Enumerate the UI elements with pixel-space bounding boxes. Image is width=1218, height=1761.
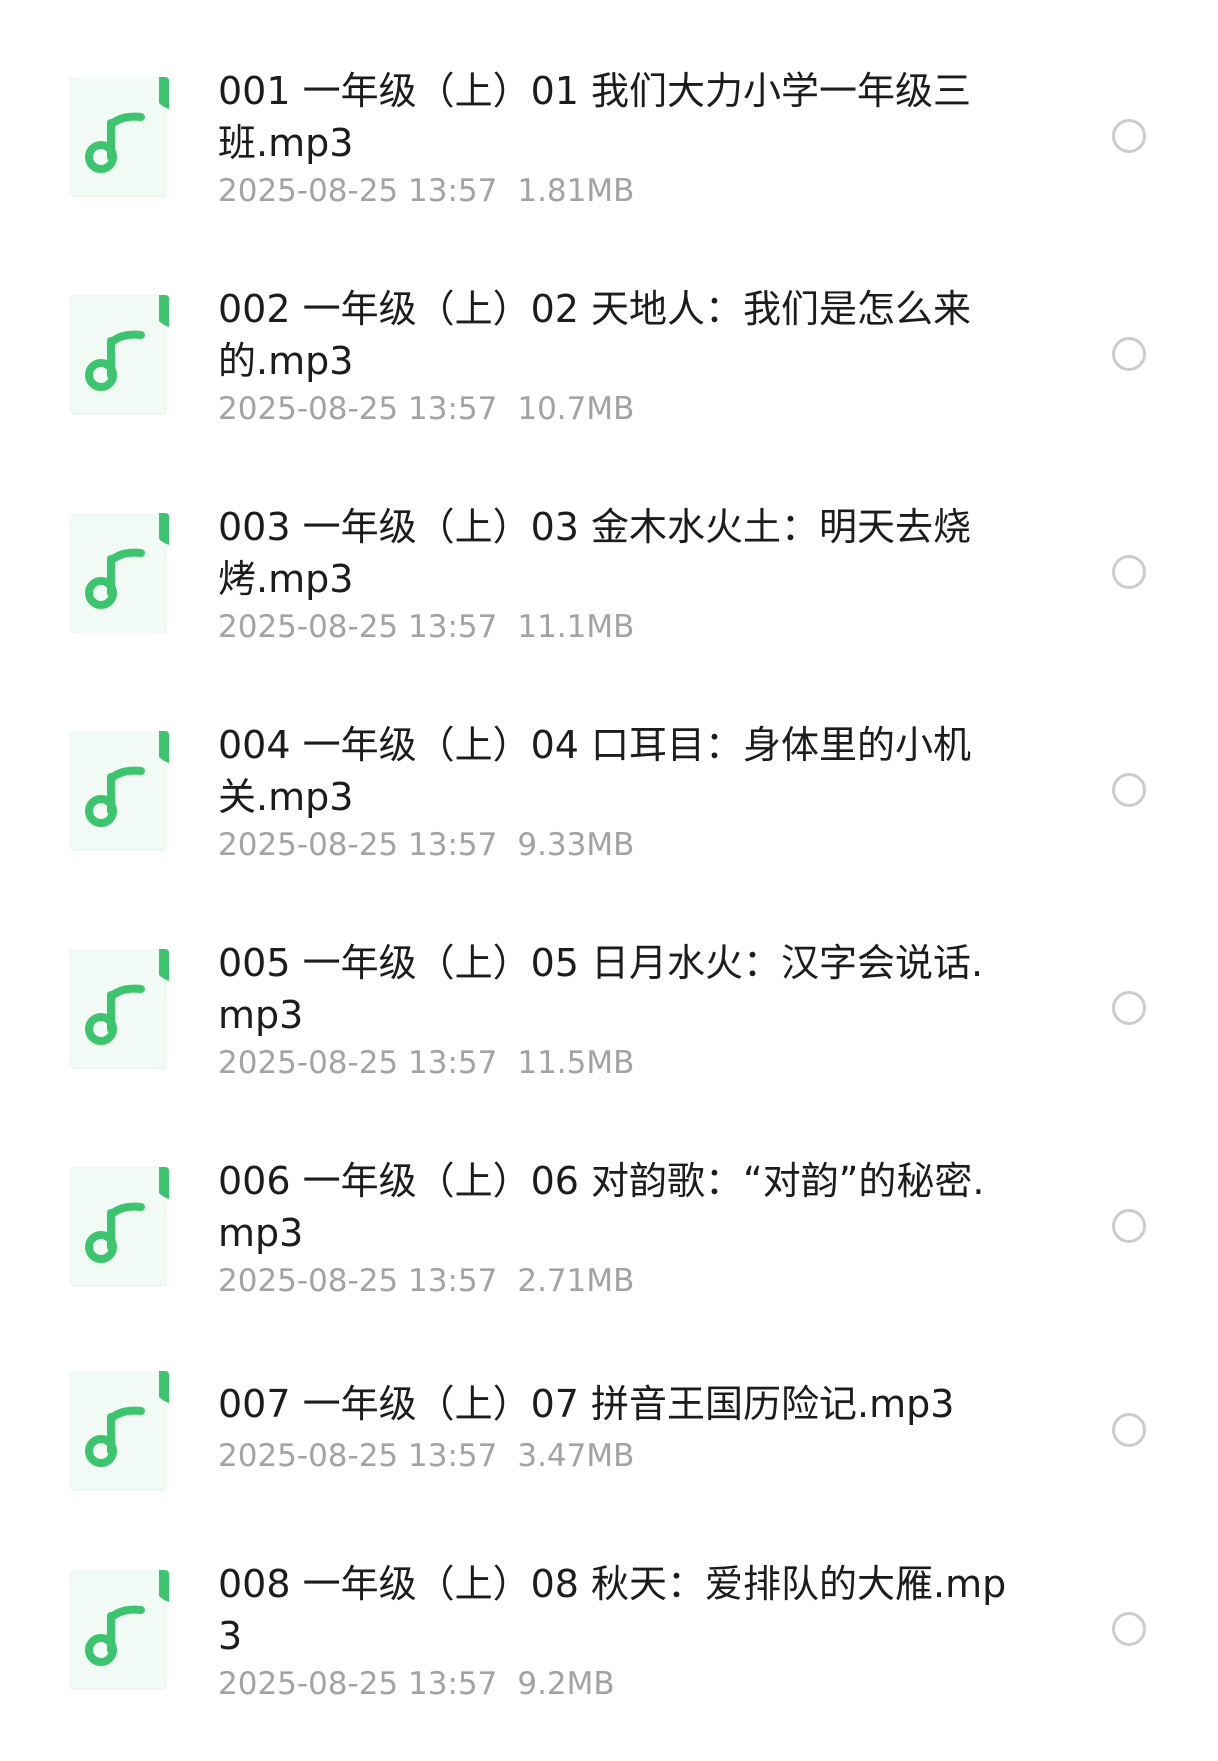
file-size: 11.5MB	[517, 1045, 635, 1081]
file-meta: 2025-08-25 13:57 2.71MB	[218, 1261, 634, 1301]
music-file-icon	[69, 295, 171, 417]
file-row[interactable]: 007 一年级（上）07 拼音王国历险记.mp3 2025-08-25 13:5…	[0, 1363, 1218, 1563]
select-radio[interactable]	[1112, 773, 1146, 807]
music-file-icon	[69, 77, 171, 199]
file-meta: 2025-08-25 13:57 9.33MB	[218, 825, 634, 865]
file-row[interactable]: 005 一年级（上）05 日月水火：汉字会说话.mp3 2025-08-25 1…	[0, 927, 1218, 1127]
file-meta: 2025-08-25 13:57 1.81MB	[218, 171, 634, 211]
music-file-icon	[69, 1570, 171, 1692]
file-meta: 2025-08-25 13:57 9.2MB	[218, 1664, 615, 1704]
file-list: 001 一年级（上）01 我们大力小学一年级三班.mp3 2025-08-25 …	[0, 0, 1218, 1761]
file-date: 2025-08-25 13:57	[218, 1045, 498, 1081]
file-name: 008 一年级（上）08 秋天：爱排队的大雁.mp3	[218, 1562, 1007, 1658]
file-meta: 2025-08-25 13:57 11.1MB	[218, 607, 634, 647]
select-radio[interactable]	[1112, 1612, 1146, 1646]
file-meta: 2025-08-25 13:57 3.47MB	[218, 1436, 634, 1476]
file-date: 2025-08-25 13:57	[218, 391, 498, 427]
file-date: 2025-08-25 13:57	[218, 1263, 498, 1299]
file-name: 004 一年级（上）04 口耳目：身体里的小机关.mp3	[218, 723, 972, 819]
select-radio[interactable]	[1112, 1413, 1146, 1447]
file-date: 2025-08-25 13:57	[218, 827, 498, 863]
select-radio[interactable]	[1112, 555, 1146, 589]
file-name: 003 一年级（上）03 金木水火土：明天去烧烤.mp3	[218, 505, 972, 601]
file-row[interactable]: 004 一年级（上）04 口耳目：身体里的小机关.mp3 2025-08-25 …	[0, 709, 1218, 909]
file-name: 001 一年级（上）01 我们大力小学一年级三班.mp3	[218, 69, 972, 165]
file-date: 2025-08-25 13:57	[218, 609, 498, 645]
music-file-icon	[69, 513, 171, 635]
file-name: 002 一年级（上）02 天地人：我们是怎么来的.mp3	[218, 287, 972, 383]
file-date: 2025-08-25 13:57	[218, 1438, 498, 1474]
file-meta: 2025-08-25 13:57 10.7MB	[218, 389, 634, 429]
file-size: 1.81MB	[517, 173, 635, 209]
file-row[interactable]: 008 一年级（上）08 秋天：爱排队的大雁.mp3 2025-08-25 13…	[0, 1548, 1218, 1748]
file-row[interactable]: 002 一年级（上）02 天地人：我们是怎么来的.mp3 2025-08-25 …	[0, 273, 1218, 473]
file-row[interactable]: 001 一年级（上）01 我们大力小学一年级三班.mp3 2025-08-25 …	[0, 55, 1218, 255]
select-radio[interactable]	[1112, 337, 1146, 371]
select-radio[interactable]	[1112, 991, 1146, 1025]
file-name: 005 一年级（上）05 日月水火：汉字会说话.mp3	[218, 941, 984, 1037]
music-file-icon	[69, 949, 171, 1071]
file-size: 9.2MB	[517, 1666, 615, 1702]
select-radio[interactable]	[1112, 1209, 1146, 1243]
music-file-icon	[69, 1371, 171, 1493]
file-row[interactable]: 003 一年级（上）03 金木水火土：明天去烧烤.mp3 2025-08-25 …	[0, 491, 1218, 691]
file-size: 3.47MB	[517, 1438, 635, 1474]
file-date: 2025-08-25 13:57	[218, 1666, 498, 1702]
file-size: 9.33MB	[517, 827, 635, 863]
select-radio[interactable]	[1112, 119, 1146, 153]
file-name: 007 一年级（上）07 拼音王国历险记.mp3	[218, 1382, 955, 1426]
file-row[interactable]: 006 一年级（上）06 对韵歌：“对韵”的秘密.mp3 2025-08-25 …	[0, 1145, 1218, 1345]
file-name: 006 一年级（上）06 对韵歌：“对韵”的秘密.mp3	[218, 1159, 985, 1255]
music-file-icon	[69, 1167, 171, 1289]
music-file-icon	[69, 731, 171, 853]
file-size: 10.7MB	[517, 391, 635, 427]
file-date: 2025-08-25 13:57	[218, 173, 498, 209]
file-size: 11.1MB	[517, 609, 635, 645]
file-size: 2.71MB	[517, 1263, 635, 1299]
file-meta: 2025-08-25 13:57 11.5MB	[218, 1043, 634, 1083]
